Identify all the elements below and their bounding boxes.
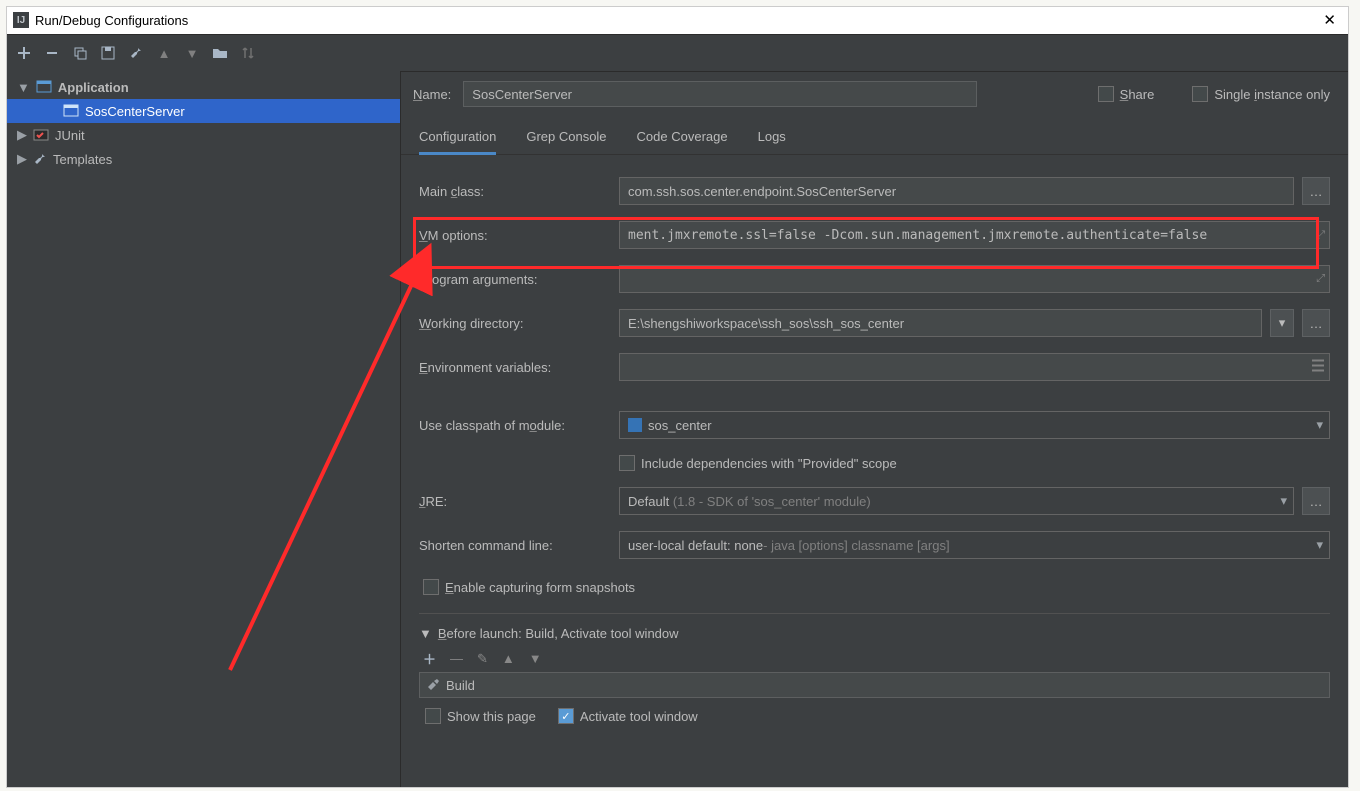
list-icon[interactable] (1311, 360, 1325, 375)
sort-icon[interactable] (239, 44, 257, 62)
activate-tool-window-checkbox[interactable]: ✓ Activate tool window (558, 708, 698, 724)
checkmark-icon: ✓ (558, 708, 574, 724)
tree-label: Templates (53, 152, 112, 167)
window-title: Run/Debug Configurations (35, 13, 1317, 28)
tab-configuration[interactable]: Configuration (419, 121, 496, 155)
chevron-down-icon: ▼ (17, 80, 30, 95)
tree-label: Application (58, 80, 129, 95)
app-icon: IJ (13, 12, 29, 28)
tree-label: JUnit (55, 128, 85, 143)
remove-task-icon[interactable]: — (450, 651, 463, 666)
working-dir-input[interactable]: E:\shengshiworkspace\ssh_sos\ssh_sos_cen… (619, 309, 1262, 337)
tree-node-junit[interactable]: ▶ JUnit (7, 123, 400, 147)
name-label: Name: (413, 87, 451, 102)
jre-label: JRE: (419, 494, 619, 509)
browse-jre-button[interactable]: … (1302, 487, 1330, 515)
tree-node-application[interactable]: ▼ Application (7, 75, 400, 99)
move-down-icon[interactable]: ▼ (183, 44, 201, 62)
tabs: Configuration Grep Console Code Coverage… (401, 121, 1348, 155)
tree-label: SosCenterServer (85, 104, 185, 119)
working-dir-label: Working directory: (419, 316, 619, 331)
dialog-body: ▲ ▼ ▼ Application SosCenterServer ▶ (7, 34, 1348, 787)
move-up-icon[interactable]: ▲ (502, 651, 515, 666)
vm-options-input[interactable]: ment.jmxremote.ssl=false -Dcom.sun.manag… (619, 221, 1330, 249)
close-icon[interactable]: ✕ (1317, 11, 1342, 29)
env-vars-label: Environment variables: (419, 360, 619, 375)
history-dropdown-button[interactable]: ▾ (1270, 309, 1294, 337)
chevron-right-icon: ▶ (17, 127, 27, 143)
browse-workdir-button[interactable]: … (1302, 309, 1330, 337)
classpath-label: Use classpath of module: (419, 418, 619, 433)
add-icon[interactable] (15, 44, 33, 62)
show-this-page-checkbox[interactable]: Show this page (425, 708, 536, 724)
config-form-panel: Name: Share Single instance only Configu… (401, 71, 1348, 787)
titlebar: IJ Run/Debug Configurations ✕ (7, 7, 1348, 33)
tab-code-coverage[interactable]: Code Coverage (637, 121, 728, 154)
main-class-input[interactable]: com.ssh.sos.center.endpoint.SosCenterSer… (619, 177, 1294, 205)
chevron-right-icon: ▶ (17, 151, 27, 167)
before-launch-item-build[interactable]: Build (419, 672, 1330, 698)
tab-logs[interactable]: Logs (758, 121, 786, 154)
shorten-label: Shorten command line: (419, 538, 619, 553)
tree-node-templates[interactable]: ▶ Templates (7, 147, 400, 171)
program-args-input[interactable]: ⤢ (619, 265, 1330, 293)
name-input[interactable] (463, 81, 977, 107)
module-icon (628, 418, 642, 432)
folder-icon[interactable] (211, 44, 229, 62)
vm-options-label: VM options: (419, 228, 619, 243)
add-task-icon[interactable]: ＋ (423, 649, 436, 668)
share-checkbox[interactable]: Share (1098, 86, 1155, 102)
wrench-icon[interactable] (127, 44, 145, 62)
form-snapshots-checkbox[interactable]: Enable capturing form snapshots (423, 579, 635, 595)
classpath-module-dropdown[interactable]: sos_center ▾ (619, 411, 1330, 439)
program-args-label: Program arguments: (419, 272, 619, 287)
single-instance-checkbox[interactable]: Single instance only (1192, 86, 1330, 102)
expand-icon[interactable]: ⤢ (1316, 228, 1325, 242)
remove-icon[interactable] (43, 44, 61, 62)
chevron-down-icon: ▾ (1316, 537, 1323, 553)
move-up-icon[interactable]: ▲ (155, 44, 173, 62)
copy-icon[interactable] (71, 44, 89, 62)
wrench-icon (33, 152, 47, 166)
shorten-cmd-dropdown[interactable]: user-local default: none - java [options… (619, 531, 1330, 559)
before-launch-header[interactable]: ▼ Before launch: Build, Activate tool wi… (419, 626, 1330, 641)
provided-scope-checkbox[interactable]: Include dependencies with "Provided" sco… (619, 455, 897, 471)
config-toolbar: ▲ ▼ (7, 35, 1348, 72)
save-icon[interactable] (99, 44, 117, 62)
chevron-down-icon: ▼ (419, 626, 432, 641)
application-icon (36, 79, 52, 95)
hammer-icon (426, 678, 440, 692)
tab-grep-console[interactable]: Grep Console (526, 121, 606, 154)
junit-icon (33, 127, 49, 143)
browse-main-class-button[interactable]: … (1302, 177, 1330, 205)
application-icon (63, 103, 79, 119)
chevron-down-icon: ▾ (1316, 417, 1323, 433)
move-down-icon[interactable]: ▼ (529, 651, 542, 666)
expand-icon[interactable]: ⤢ (1316, 273, 1325, 286)
jre-dropdown[interactable]: Default (1.8 - SDK of 'sos_center' modul… (619, 487, 1294, 515)
env-vars-input[interactable] (619, 353, 1330, 381)
edit-task-icon[interactable]: ✎ (477, 651, 488, 667)
chevron-down-icon: ▾ (1280, 493, 1287, 509)
tree-item-soscenterserver[interactable]: SosCenterServer (7, 99, 400, 123)
dialog-window: IJ Run/Debug Configurations ✕ ▲ ▼ ▼ Appl… (6, 6, 1349, 788)
main-class-label: Main class: (419, 184, 619, 199)
config-tree: ▼ Application SosCenterServer ▶ JUnit ▶ (7, 71, 401, 787)
